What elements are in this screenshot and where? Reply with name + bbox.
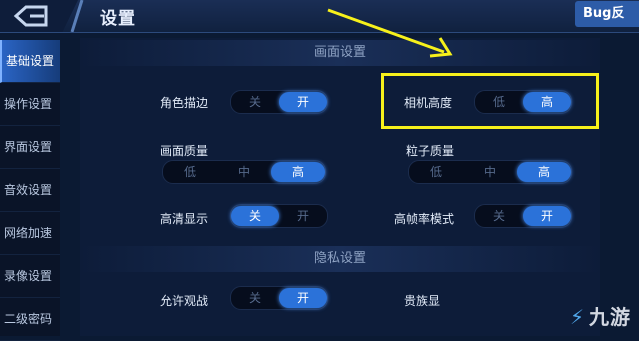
spectate-option-on[interactable]: 开 [279, 288, 327, 308]
hd-toggle[interactable]: 关 开 [230, 204, 328, 228]
particle-label: 粒子质量 [406, 144, 455, 158]
spectate-option-off[interactable]: 关 [231, 288, 279, 308]
sidebar-item-sound[interactable]: 音效设置 [0, 169, 60, 212]
particle-option-mid[interactable]: 中 [463, 162, 517, 182]
outline-option-off[interactable]: 关 [231, 92, 279, 112]
back-arrow-icon [13, 5, 48, 27]
watermark-text: 九游 [589, 305, 631, 329]
quality-option-high[interactable]: 高 [271, 162, 325, 182]
quality-toggle[interactable]: 低 中 高 [162, 160, 326, 184]
watermark-logo-icon: ⚡ [569, 305, 585, 329]
sidebar-item-interface[interactable]: 界面设置 [0, 126, 60, 169]
hd-option-off[interactable]: 关 [231, 206, 279, 226]
high-fps-option-off[interactable]: 关 [475, 206, 523, 226]
particle-option-low[interactable]: 低 [409, 162, 463, 182]
quality-option-low[interactable]: 低 [163, 162, 217, 182]
outline-option-on[interactable]: 开 [279, 92, 327, 112]
top-bar: 设置 Bug反 [0, 0, 639, 33]
spectate-toggle[interactable]: 关 开 [230, 286, 328, 310]
spectate-label: 允许观战 [160, 294, 209, 308]
sidebar-item-replay[interactable]: 录像设置 [0, 255, 60, 298]
high-fps-option-on[interactable]: 开 [523, 206, 571, 226]
sidebar-item-basic[interactable]: 基础设置 [0, 40, 60, 83]
high-fps-label: 高帧率模式 [394, 212, 455, 226]
outline-label: 角色描边 [160, 96, 209, 110]
quality-label: 画面质量 [160, 144, 209, 158]
hd-option-on[interactable]: 开 [279, 206, 327, 226]
back-button[interactable] [0, 0, 78, 32]
page-title: 设置 [100, 9, 136, 29]
high-fps-toggle[interactable]: 关 开 [474, 204, 572, 228]
noble-display-label: 贵族显 [404, 294, 441, 308]
annotation-highlight-box [381, 73, 599, 129]
section-header-privacy: 隐私设置 [80, 246, 600, 272]
sidebar: 基础设置 操作设置 界面设置 音效设置 网络加速 录像设置 二级密码 [0, 40, 60, 341]
bug-report-button[interactable]: Bug反 [575, 1, 639, 27]
particle-toggle[interactable]: 低 中 高 [408, 160, 572, 184]
divider-slash-icon [70, 0, 84, 32]
quality-option-mid[interactable]: 中 [217, 162, 271, 182]
outline-toggle[interactable]: 关 开 [230, 90, 328, 114]
hd-label: 高清显示 [160, 212, 209, 226]
sidebar-item-controls[interactable]: 操作设置 [0, 83, 60, 126]
watermark: ⚡ 九游 [570, 301, 631, 330]
annotation-arrow-icon [327, 8, 453, 58]
sidebar-item-network[interactable]: 网络加速 [0, 212, 60, 255]
sidebar-item-password[interactable]: 二级密码 [0, 298, 60, 341]
particle-option-high[interactable]: 高 [517, 162, 571, 182]
